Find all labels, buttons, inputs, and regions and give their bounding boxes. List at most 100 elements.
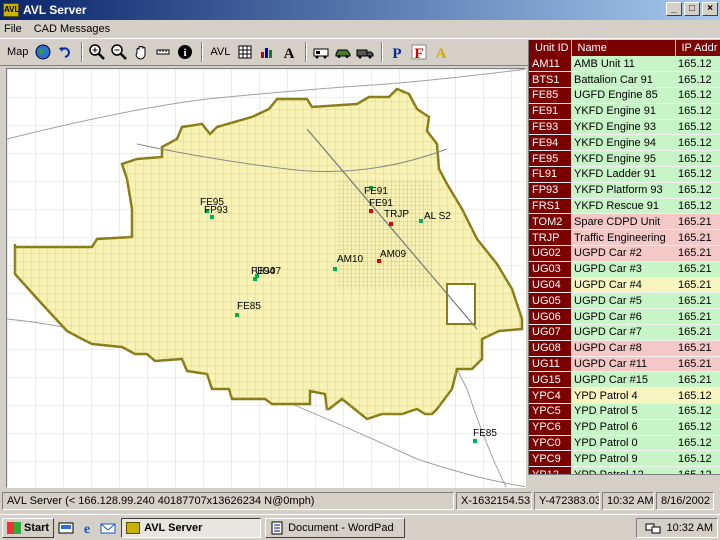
unit-ip-cell: 165.21 [675, 261, 720, 278]
table-row[interactable]: FP93 YKFD Platform 93 165.12 [529, 182, 720, 199]
vehicle-icon[interactable] [311, 41, 331, 63]
ambulance-icon[interactable]: A [431, 41, 451, 63]
table-row[interactable]: TOM2 Spare CDPD Unit 165.21 [529, 213, 720, 231]
unit-marker[interactable]: FE91 [364, 186, 388, 197]
table-row[interactable]: UG02 UGPD Car #2 165.21 [529, 245, 720, 262]
unit-ip-cell: 165.12 [675, 435, 720, 452]
network-icon[interactable] [645, 521, 661, 535]
table-row[interactable]: UG07 UGPD Car #7 165.21 [529, 324, 720, 341]
info-icon[interactable]: i [175, 41, 195, 63]
unit-id-cell: AM11 [529, 56, 571, 73]
car-icon[interactable] [333, 41, 353, 63]
fire-icon[interactable]: F [409, 41, 429, 63]
menu-bar: File CAD Messages [0, 20, 720, 38]
unit-id-cell: FP93 [529, 182, 571, 199]
unit-name-cell: UGPD Car #5 [571, 292, 675, 310]
table-row[interactable]: FE85 UGFD Engine 85 165.12 [529, 87, 720, 104]
unit-id-cell: FRS1 [529, 198, 571, 215]
unit-name-cell: AMB Unit 11 [571, 56, 675, 73]
table-row[interactable]: BTS1 Battalion Car 91 165.12 [529, 71, 720, 89]
unit-name-cell: YPD Patrol 4 [571, 387, 675, 405]
unit-ip-cell: 165.21 [675, 245, 720, 262]
maximize-button[interactable]: □ [684, 2, 700, 16]
table-row[interactable]: AM11 AMB Unit 11 165.12 [529, 56, 720, 73]
table-row[interactable]: FE91 YKFD Engine 91 165.12 [529, 103, 720, 120]
wordpad-icon [271, 521, 283, 534]
start-button[interactable]: Start [2, 517, 55, 538]
table-row[interactable]: UG03 UGPD Car #3 165.21 [529, 261, 720, 278]
task-avl-server[interactable]: AVL Server [121, 517, 262, 538]
measure-icon[interactable] [153, 41, 173, 63]
title-bar[interactable]: AVL AVL Server _ □ × [0, 0, 720, 20]
unit-marker-dot [419, 219, 423, 223]
unit-id-cell: UG02 [529, 245, 571, 262]
unit-id-cell: FE91 [529, 103, 571, 120]
truck-icon[interactable] [355, 41, 375, 63]
map-canvas[interactable]: FE91FE95FP93FE94TRJP AL S2AM09AM10UG07FE8… [7, 69, 526, 488]
menu-file[interactable]: File [4, 23, 22, 35]
table-row[interactable]: UG06 UGPD Car #6 165.21 [529, 308, 720, 326]
taskbar: Start e AVL Server Document - WordPad 10… [0, 514, 720, 540]
unit-id-cell: UG03 [529, 261, 571, 278]
col-header-ip-addr[interactable]: IP Addr [675, 40, 720, 56]
table-row[interactable]: FL91 YKFD Ladder 91 165.12 [529, 166, 720, 183]
table-row[interactable]: FE93 YKFD Engine 93 165.12 [529, 119, 720, 136]
fire-glyph: F [415, 46, 424, 60]
table-row[interactable]: YPC0 YPD Patrol 0 165.12 [529, 435, 720, 452]
unit-name-cell: YPD Patrol 0 [571, 435, 675, 452]
table-row[interactable]: YPC9 YPD Patrol 9 165.12 [529, 450, 720, 468]
table-row[interactable]: FRS1 YKFD Rescue 91 165.12 [529, 198, 720, 215]
zoom-out-icon[interactable] [109, 41, 129, 63]
unit-ip-cell: 165.21 [675, 356, 720, 373]
minimize-button[interactable]: _ [666, 2, 682, 16]
outlook-express-icon[interactable] [99, 519, 117, 537]
undo-icon[interactable] [55, 41, 75, 63]
pan-hand-icon[interactable] [131, 41, 151, 63]
unit-marker-label: UG07 [255, 266, 282, 277]
table-row[interactable]: UG05 UGPD Car #5 165.21 [529, 292, 720, 310]
horizontal-scrollbar[interactable] [528, 474, 720, 488]
menu-cad-messages[interactable]: CAD Messages [34, 23, 110, 35]
table-row[interactable]: FE94 YKFD Engine 94 165.12 [529, 134, 720, 152]
unit-ip-cell: 165.12 [675, 403, 720, 420]
table-row[interactable]: UG04 UGPD Car #4 165.21 [529, 277, 720, 294]
unit-marker-label: AM09 [380, 249, 407, 260]
map-menu-button[interactable]: Map [4, 41, 31, 63]
unit-name-cell: Spare CDPD Unit [571, 213, 675, 231]
table-icon[interactable] [235, 41, 255, 63]
tray-clock[interactable]: 10:32 AM [667, 522, 713, 534]
globe-icon[interactable] [33, 41, 53, 63]
police-icon[interactable]: P [387, 41, 407, 63]
font-icon[interactable]: A [279, 41, 299, 63]
map-view[interactable]: FE91 FE95 FP93 FE94 TRJP AL S2 AM09 AM10 UG07 FE8… [6, 68, 526, 488]
col-header-name[interactable]: Name [571, 40, 676, 56]
toolbar-separator [81, 42, 84, 62]
chart-icon[interactable] [257, 41, 277, 63]
table-row[interactable]: UG08 UGPD Car #8 165.21 [529, 340, 720, 357]
avl-menu-button[interactable]: AVL [207, 41, 233, 63]
unit-ip-cell: 165.12 [675, 103, 720, 120]
unit-id-cell: FL91 [529, 166, 571, 183]
internet-explorer-icon[interactable]: e [78, 519, 96, 537]
table-row[interactable]: YP12YPD Patrol 12165.12 [529, 466, 720, 474]
unit-marker-dot [369, 209, 373, 213]
table-row[interactable]: YPC6 YPD Patrol 6 165.12 [529, 419, 720, 436]
unit-name-cell: UGPD Car #6 [571, 308, 675, 326]
table-row[interactable]: YPC4 YPD Patrol 4 165.12 [529, 387, 720, 405]
task-wordpad[interactable]: Document - WordPad [265, 517, 406, 538]
units-table: Unit ID Name IP Addr AM11 AMB Unit 11 165.… [528, 40, 720, 474]
unit-ip-cell: 165.12 [675, 166, 720, 183]
table-row[interactable]: FE95 YKFD Engine 95 165.12 [529, 150, 720, 168]
system-tray: 10:32 AM [636, 517, 718, 538]
show-desktop-icon[interactable] [57, 519, 75, 537]
unit-name-cell: UGPD Car #3 [571, 261, 675, 278]
table-row[interactable]: UG11 UGPD Car #11 165.21 [529, 356, 720, 373]
table-row[interactable]: YPC5 YPD Patrol 5 165.12 [529, 403, 720, 420]
close-button[interactable]: × [702, 2, 718, 16]
unit-name-cell: UGFD Engine 85 [571, 87, 675, 104]
table-row[interactable]: UG15 UGPD Car #15 165.21 [529, 371, 720, 389]
table-row[interactable]: TRJP Traffic Engineering 165.21 [529, 229, 720, 247]
col-header-unit-id[interactable]: Unit ID [529, 40, 572, 56]
unit-marker[interactable]: AL S2 [419, 211, 451, 223]
zoom-in-icon[interactable] [87, 41, 107, 63]
